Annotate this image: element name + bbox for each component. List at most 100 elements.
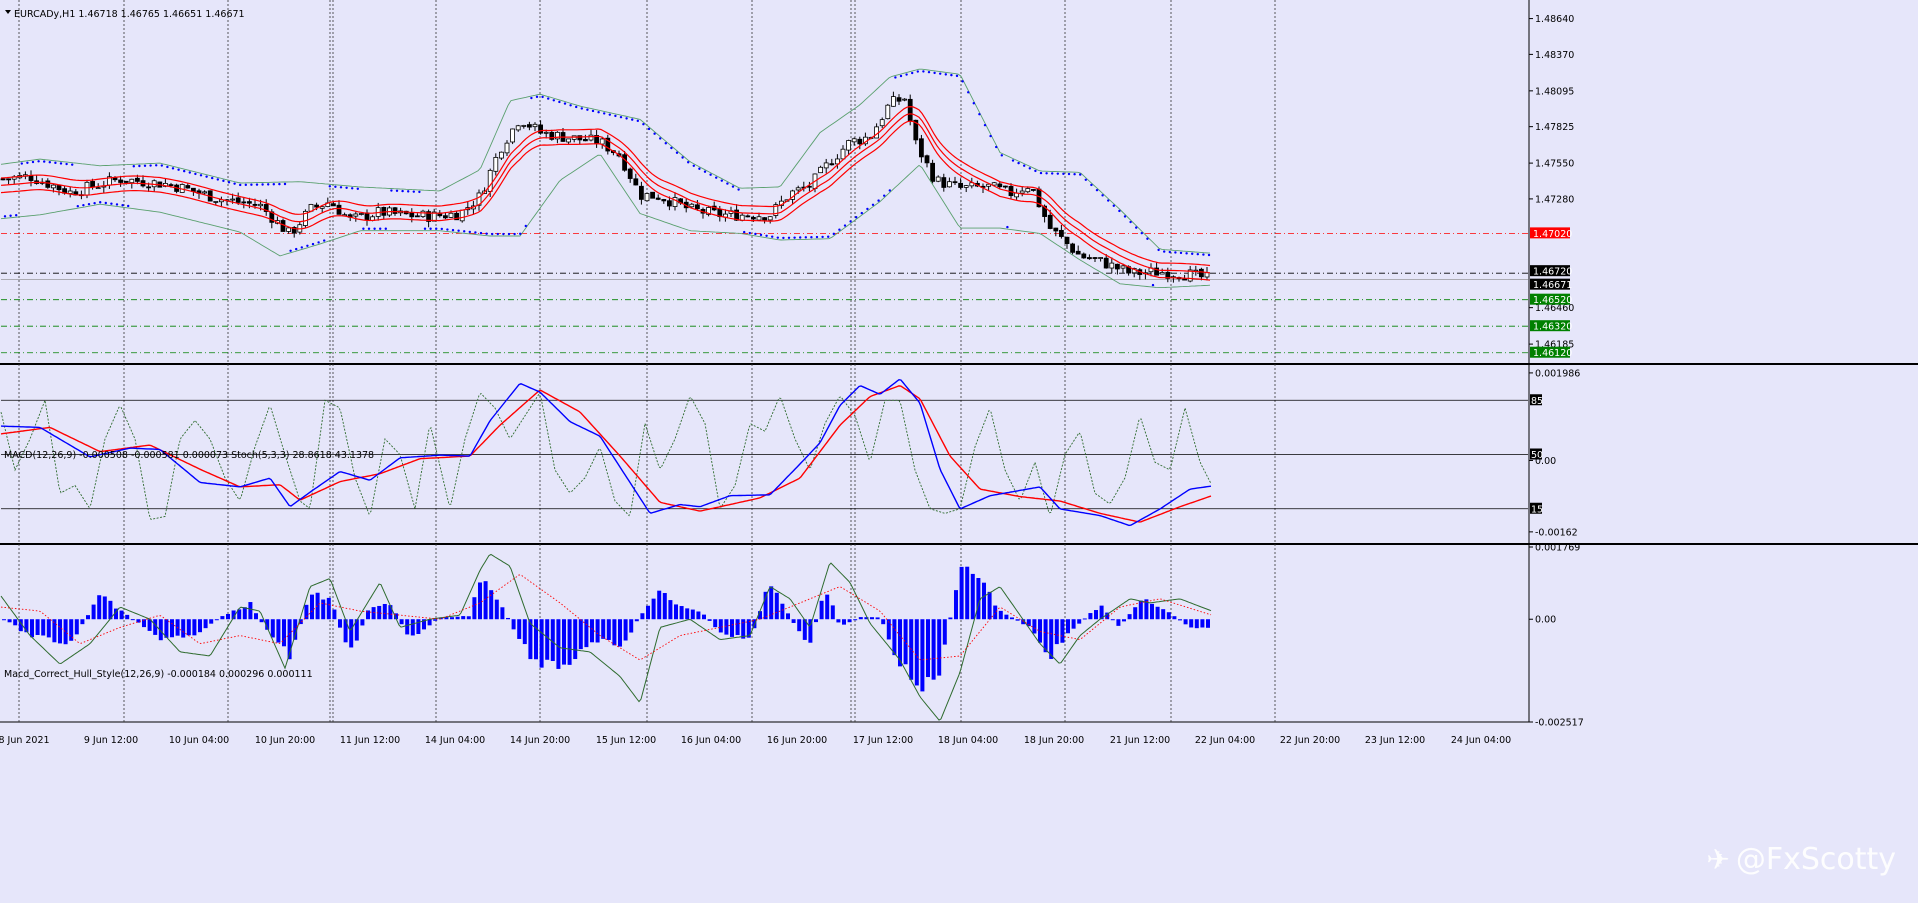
sar-dot (603, 112, 606, 115)
sar-dot (670, 146, 673, 150)
candle (34, 175, 39, 185)
candle (549, 129, 555, 141)
sar-dot (597, 110, 600, 114)
candle (655, 194, 661, 201)
histogram-bar (7, 619, 12, 623)
candle (67, 186, 73, 198)
sar-dot (647, 127, 651, 131)
histogram-bar (982, 582, 986, 620)
histogram-bar (819, 600, 824, 620)
candle (711, 201, 717, 212)
sar-dot (726, 182, 729, 185)
candle (941, 173, 947, 192)
histogram-bar (730, 619, 734, 637)
histogram-bar (304, 604, 309, 620)
chart-menu-triangle-icon[interactable] (5, 10, 11, 14)
sar-dot (995, 145, 998, 149)
weibo-bird-icon: ✈ (1706, 843, 1730, 876)
candle-body (661, 199, 667, 202)
histogram-bar (1071, 619, 1076, 629)
candle-body (515, 125, 521, 131)
price-panel[interactable] (0, 68, 1528, 354)
sar-dot (933, 71, 936, 75)
histogram-bar (735, 619, 740, 635)
sar-dot (687, 161, 690, 164)
x-tick-label: 14 Jun 20:00 (510, 735, 570, 746)
candle (605, 134, 611, 155)
sar-dot (1140, 231, 1144, 235)
candle-body (330, 203, 336, 207)
sar-dot (983, 123, 987, 127)
candle (510, 128, 516, 145)
sar-dot (451, 228, 455, 232)
price-tag-label: 1.46120 (1533, 348, 1572, 359)
histogram-bar (282, 619, 286, 647)
sar-dot (799, 236, 802, 239)
candle-body (1182, 278, 1187, 281)
histogram-bar (573, 619, 578, 660)
histogram-bar (80, 619, 85, 625)
histogram-bar (987, 591, 992, 620)
candle-body (504, 142, 510, 154)
sar-dot (1151, 283, 1155, 287)
sar-dot (715, 176, 718, 179)
sar-dot (227, 181, 231, 184)
sar-dot (59, 162, 63, 165)
x-tick-label: 22 Jun 20:00 (1280, 735, 1340, 746)
sar-dot (110, 202, 113, 205)
sar-dot (821, 235, 824, 239)
x-tick-label: 16 Jun 04:00 (681, 735, 741, 746)
candle (661, 198, 667, 204)
candle-body (1025, 188, 1031, 193)
candle (863, 132, 868, 146)
candle-body (1064, 236, 1070, 245)
sar-dot (496, 232, 499, 236)
candle-body (168, 184, 174, 186)
sar-dot (625, 117, 628, 120)
candle (639, 181, 644, 205)
main-panel-header: EURCADy,H1 1.46718 1.46765 1.46651 1.466… (14, 9, 245, 20)
candle-body (851, 138, 857, 143)
price-tag-label: 1.47020 (1533, 229, 1572, 240)
sar-dot (48, 161, 51, 164)
candle-body (246, 201, 252, 204)
histogram-bar (478, 582, 482, 620)
candle-body (1199, 268, 1204, 278)
sar-dot (1101, 194, 1104, 197)
sar-dot (1163, 250, 1166, 253)
histogram-bar (321, 599, 326, 620)
candle (779, 195, 784, 209)
candle-body (829, 163, 835, 166)
sar-dot (558, 100, 561, 104)
histogram-bar (511, 619, 516, 630)
hull-macd-panel[interactable] (0, 553, 1212, 721)
candle (1171, 275, 1176, 283)
candle (1193, 265, 1199, 276)
candle-body (95, 187, 101, 190)
candle-body (823, 162, 829, 169)
histogram-bar (270, 619, 275, 638)
sar-dot (289, 249, 292, 252)
histogram-bar (954, 590, 958, 620)
sar-dot (115, 203, 119, 206)
candle (896, 94, 902, 106)
sar-dot (351, 187, 354, 190)
histogram-bar (881, 619, 886, 625)
sar-dot (300, 246, 303, 249)
sar-dot (967, 91, 970, 94)
sar-dot (1118, 209, 1121, 213)
trading-chart[interactable]: 8 Jun 2021 9 Jun 12:00 10 Jun 04:00 10 Jun … (0, 0, 1918, 903)
histogram-bar (433, 619, 438, 621)
candle-body (846, 140, 851, 151)
sar-dot (446, 228, 449, 231)
histogram-bar (651, 598, 656, 620)
histogram-bar (1161, 609, 1166, 620)
y-tick-label: 0.001986 (1535, 368, 1580, 379)
y-tick-label: 0.001769 (1535, 543, 1580, 554)
candle-body (896, 97, 902, 102)
sar-dot (328, 185, 331, 188)
histogram-bar (2, 619, 6, 621)
sar-dot (950, 73, 953, 77)
histogram-bar (842, 619, 846, 625)
candle-body (650, 191, 655, 199)
